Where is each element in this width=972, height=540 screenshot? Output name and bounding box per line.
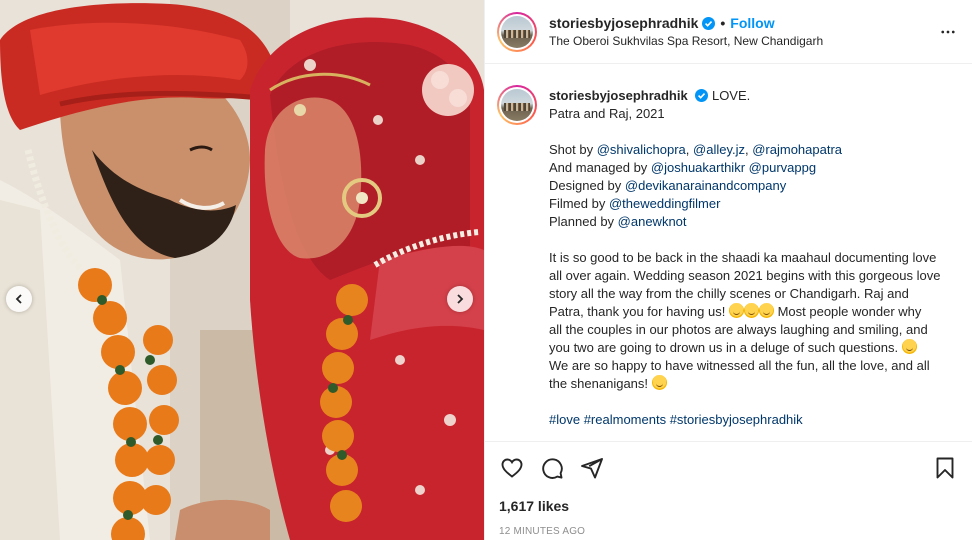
dot-separator: • — [720, 15, 726, 31]
share-button[interactable] — [579, 455, 605, 481]
post-photo[interactable] — [0, 0, 484, 540]
like-button[interactable] — [499, 455, 525, 481]
caption-avatar[interactable] — [497, 85, 537, 125]
caption-line: Patra and Raj, 2021 — [549, 106, 665, 121]
hashtag-link[interactable]: #realmoments — [584, 412, 666, 427]
mention-link[interactable]: @joshuakarthikr — [651, 160, 745, 175]
save-button[interactable] — [932, 455, 958, 481]
caption-line: It is so good to be back in the shaadi k… — [549, 250, 937, 265]
caption-text: storiesbyjosephradhik LOVE. Patra and Ra… — [549, 85, 960, 441]
verified-badge-icon — [702, 16, 716, 30]
post-side-panel: storiesbyjosephradhik • Follow The Obero… — [484, 0, 972, 540]
verified-badge-icon — [695, 89, 709, 102]
comment-icon — [542, 458, 563, 479]
caption-section: storiesbyjosephradhik LOVE. Patra and Ra… — [485, 65, 972, 441]
smiling-emoji-icon — [728, 303, 744, 318]
mention-link[interactable]: @shivalichopra — [597, 142, 686, 157]
caption-line: Patra, thank you for having us! — [549, 304, 726, 319]
mention-link[interactable]: @purvappg — [749, 160, 816, 175]
caption-line: all the couples in our photos are always… — [549, 322, 928, 337]
mention-link[interactable]: @anewknot — [618, 214, 687, 229]
mention-link[interactable]: @rajmohapatra — [752, 142, 842, 157]
caption-username[interactable]: storiesbyjosephradhik — [549, 88, 688, 103]
wedding-couple-image — [0, 0, 484, 540]
mention-link[interactable]: @theweddingfilmer — [609, 196, 720, 211]
caption-line: We are so happy to have witnessed all th… — [549, 358, 930, 373]
chevron-right-icon — [457, 294, 464, 304]
caption-line: story all the way from the chilly scenes… — [549, 286, 909, 301]
laughing-emoji-icon — [901, 339, 917, 354]
likes-count[interactable]: 1,617 likes — [499, 498, 958, 514]
caption-first-line: LOVE. — [711, 88, 751, 103]
caption-line: all over again. Wedding season 2021 begi… — [549, 268, 941, 283]
post-timestamp[interactable]: 12 MINUTES AGO — [499, 526, 958, 537]
heart-icon — [501, 458, 523, 478]
post-header: storiesbyjosephradhik • Follow The Obero… — [485, 0, 972, 64]
carousel-next-button[interactable] — [447, 286, 473, 312]
more-options-icon — [941, 30, 955, 33]
more-options-button[interactable] — [936, 20, 960, 44]
follow-button[interactable]: Follow — [730, 15, 774, 31]
smiling-emoji-icon — [651, 375, 667, 390]
caption-line: Most people wonder why — [777, 304, 922, 319]
caption-line: the shenanigans! — [549, 376, 649, 391]
carousel-prev-button[interactable] — [6, 286, 32, 312]
caption-line: you two are going to drown us in a delug… — [549, 340, 899, 355]
bookmark-icon — [936, 457, 954, 479]
hashtag-link[interactable]: #love — [549, 412, 580, 427]
mention-link[interactable]: @alley.jz — [693, 142, 745, 157]
chevron-left-icon — [15, 294, 22, 304]
mention-link[interactable]: @devikanarainandcompany — [625, 178, 786, 193]
comment-button[interactable] — [539, 455, 565, 481]
username-link[interactable]: storiesbyjosephradhik — [549, 15, 698, 31]
hashtag-link[interactable]: #storiesbyjosephradhik — [670, 412, 803, 427]
avatar[interactable] — [497, 11, 537, 52]
location-link[interactable]: The Oberoi Sukhvilas Spa Resort, New Cha… — [549, 34, 936, 48]
smiling-emoji-icon — [758, 303, 774, 318]
smiling-emoji-icon — [743, 303, 759, 318]
paper-plane-icon — [581, 458, 603, 479]
post-actions: 1,617 likes 12 MINUTES AGO — [485, 441, 972, 540]
